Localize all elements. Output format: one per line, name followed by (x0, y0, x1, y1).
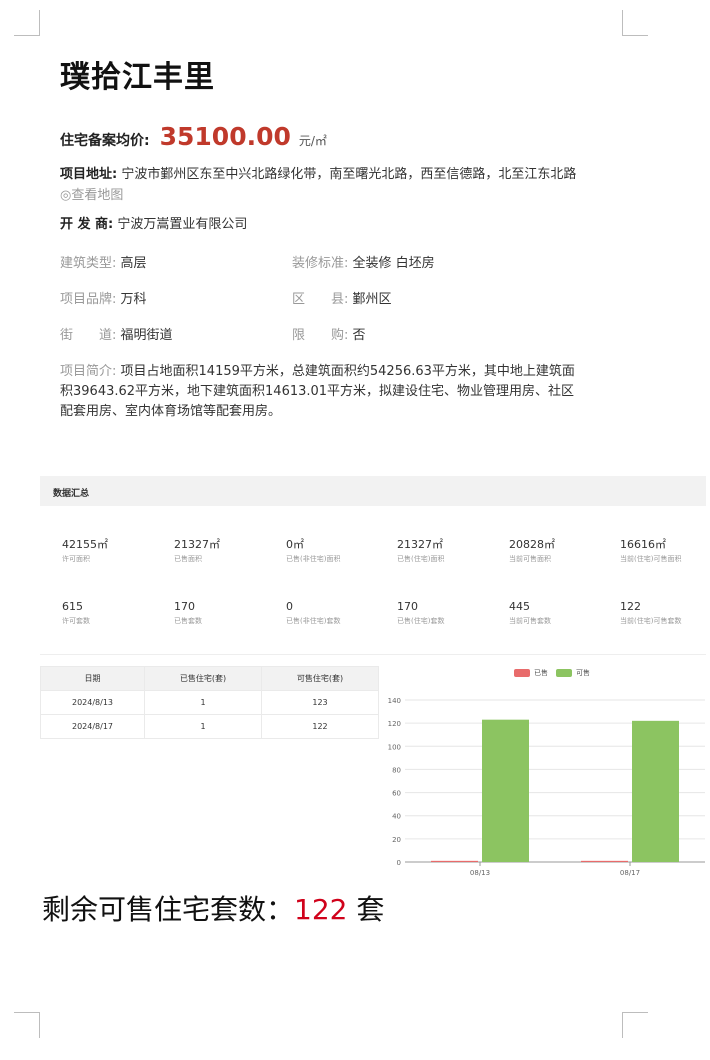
stat-item: 445 当前可售套数 (509, 600, 551, 625)
section-divider (40, 654, 706, 655)
bar (431, 860, 478, 862)
x-tick-label: 08/13 (470, 869, 490, 877)
project-developer: 开 发 商: 宁波万嵩置业有限公司 (60, 214, 247, 235)
developer-label: 开 发 商: (60, 217, 114, 232)
y-tick-label: 120 (388, 720, 401, 728)
bar (581, 860, 628, 862)
project-address: 项目地址: 宁波市鄞州区东至中兴北路绿化带，南至曙光北路，西至信德路，北至江东北… (60, 164, 580, 206)
attr-building-type: 建筑类型: 高层 (60, 256, 147, 271)
col-date: 日期 (39, 666, 146, 691)
crop-mark-bottom-right (622, 1012, 648, 1038)
x-tick-label: 08/17 (620, 869, 640, 877)
stat-item: 0㎡ 已售(非住宅)面积 (286, 538, 341, 563)
sales-table: 日期 已售住宅(套) 可售住宅(套) 2024/8/13 1 123 2024/… (39, 666, 379, 739)
project-intro: 项目简介: 项目占地面积14159平方米，总建筑面积约54256.63平方米，其… (60, 362, 580, 422)
crop-mark-top-left (14, 10, 40, 36)
address-text: 宁波市鄞州区东至中兴北路绿化带，南至曙光北路，西至信德路，北至江东北路 (121, 167, 577, 182)
y-tick-label: 40 (392, 813, 401, 821)
attr-district: 区 县: 鄞州区 (292, 292, 392, 307)
stat-item: 16616㎡ 当前(住宅)可售面积 (620, 538, 682, 563)
remaining-units-suffix: 套 (347, 893, 385, 926)
stat-item: 21327㎡ 已售面积 (174, 538, 220, 563)
address-label: 项目地址: (60, 167, 118, 182)
stat-item: 21327㎡ 已售(住宅)面积 (397, 538, 445, 563)
legend-swatch-available (556, 669, 572, 677)
stat-item: 20828㎡ 当前可售面积 (509, 538, 555, 563)
stat-item: 122 当前(住宅)可售套数 (620, 600, 682, 625)
table-row: 2024/8/13 1 123 (39, 690, 379, 715)
crop-mark-top-right (622, 10, 648, 36)
legend-swatch-sold (514, 669, 530, 677)
attr-purchase-limit: 限 购: 否 (292, 328, 366, 343)
y-tick-label: 0 (397, 859, 401, 867)
remaining-units-prefix: 剩余可售住宅套数： (42, 893, 295, 926)
legend-item-available[interactable]: 可售 (556, 668, 590, 678)
crop-mark-bottom-left (14, 1012, 40, 1038)
chart-legend: 已售 可售 (514, 668, 598, 678)
remaining-units-count: 122 (294, 893, 348, 926)
bar (632, 720, 679, 862)
stat-item: 615 许可套数 (62, 600, 90, 625)
stat-item: 170 已售(住宅)套数 (397, 600, 445, 625)
col-sold: 已售住宅(套) (144, 666, 263, 691)
attr-brand: 项目品牌: 万科 (60, 292, 147, 307)
stat-item: 0 已售(非住宅)套数 (286, 600, 341, 625)
developer-text: 宁波万嵩置业有限公司 (117, 217, 248, 232)
table-header-row: 日期 已售住宅(套) 可售住宅(套) (39, 666, 379, 691)
table-row: 2024/8/17 1 122 (39, 714, 379, 739)
y-tick-label: 80 (392, 766, 401, 774)
stat-item: 170 已售套数 (174, 600, 202, 625)
intro-text: 项目占地面积14159平方米，总建筑面积约54256.63平方米，其中地上建筑面… (60, 364, 575, 419)
y-tick-label: 20 (392, 836, 401, 844)
project-title: 璞拾江丰里 (60, 60, 215, 95)
y-tick-label: 100 (388, 743, 401, 751)
sales-bar-chart: 0 20 40 60 80 100 120 140 08/13 08/17 (388, 697, 705, 877)
attr-street: 街 道: 福明街道 (60, 328, 173, 343)
price-row: 住宅备案均价: 35100.00 元/㎡ (60, 122, 327, 151)
price-unit: 元/㎡ (298, 134, 327, 148)
y-tick-label: 60 (392, 790, 401, 798)
remaining-units-summary: 剩余可售住宅套数：122 套 (42, 888, 384, 928)
attr-decoration: 装修标准: 全装修 白坯房 (292, 256, 435, 271)
y-tick-label: 140 (388, 697, 401, 705)
price-label: 住宅备案均价: (60, 133, 150, 149)
col-available: 可售住宅(套) (261, 666, 379, 691)
view-map-link[interactable]: ◎查看地图 (60, 188, 123, 203)
stat-item: 42155㎡ 许可面积 (62, 538, 108, 563)
bar (482, 719, 529, 862)
summary-header: 数据汇总 (40, 476, 706, 506)
intro-label: 项目简介: (60, 364, 117, 379)
legend-item-sold[interactable]: 已售 (514, 668, 548, 678)
price-value: 35100.00 (159, 122, 291, 151)
